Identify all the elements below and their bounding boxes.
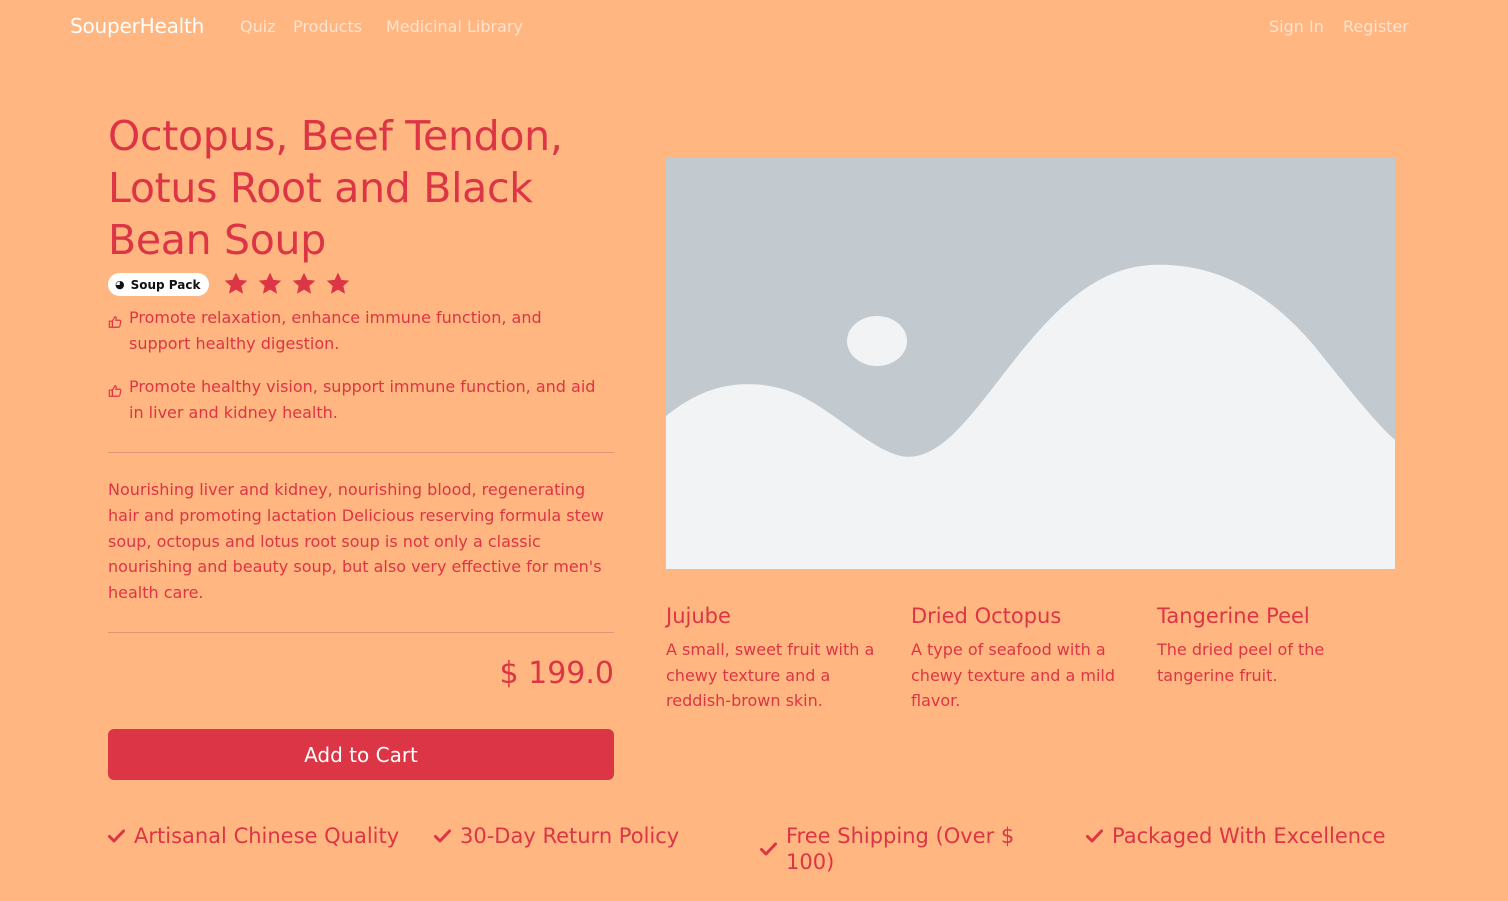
ingredient-card: Dried Octopus A type of seafood with a c… [911,603,1141,714]
add-to-cart-button[interactable]: Add to Cart [108,729,614,780]
benefit-item: Promote relaxation, enhance immune funct… [108,305,608,356]
feature-item: Packaged With Excellence [1086,823,1416,849]
ingredient-description: A small, sweet fruit with a chewy textur… [666,640,875,710]
register-link[interactable]: Register [1343,17,1409,36]
benefit-item: Promote healthy vision, support immune f… [108,374,608,425]
ingredient-description: The dried peel of the tangerine fruit. [1157,640,1325,685]
feature-item: 30-Day Return Policy [434,823,734,849]
feature-text: Free Shipping (Over $ 100) [786,824,1015,874]
ingredient-card: Jujube A small, sweet fruit with a chewy… [666,603,896,714]
ingredient-card: Tangerine Peel The dried peel of the tan… [1157,603,1387,688]
nav-link-products[interactable]: Products [293,17,362,36]
product-image-placeholder [666,158,1395,569]
feature-text: Artisanal Chinese Quality [134,824,400,848]
check-icon [434,829,451,843]
navbar: SouperHealth Quiz Products Medicinal Lib… [0,0,1508,56]
thumbs-up-icon [108,385,122,397]
product-title: Octopus, Beef Tendon, Lotus Root and Bla… [108,112,563,264]
feature-item: Free Shipping (Over $ 100) [760,823,1030,875]
star-icon [224,272,248,294]
star-icon [326,272,350,294]
soup-bowl-icon: ◕ [115,278,125,291]
ingredient-name: Tangerine Peel [1157,604,1310,628]
divider [108,632,614,633]
check-icon [760,842,777,856]
ingredient-name: Dried Octopus [911,604,1062,628]
nav-link-medicinal-library[interactable]: Medicinal Library [386,17,523,36]
benefit-text: Promote healthy vision, support immune f… [129,377,596,422]
product-price: $ 199.0 [499,656,614,691]
sign-in-link[interactable]: Sign In [1269,17,1324,36]
badge-label: Soup Pack [130,277,201,292]
check-icon [1086,829,1103,843]
star-rating [223,271,351,297]
check-icon [108,829,125,843]
product-description: Nourishing liver and kidney, nourishing … [108,480,604,603]
ingredient-name: Jujube [666,604,731,628]
feature-text: 30-Day Return Policy [460,824,680,848]
star-icon [258,272,282,294]
star-icon [292,272,316,294]
feature-text: Packaged With Excellence [1112,824,1386,848]
ingredient-description: A type of seafood with a chewy texture a… [911,640,1116,710]
benefit-text: Promote relaxation, enhance immune funct… [129,308,542,353]
image-sun [847,316,907,366]
brand-logo[interactable]: SouperHealth [70,14,204,38]
soup-pack-badge: ◕ Soup Pack [108,273,210,296]
nav-link-quiz[interactable]: Quiz [240,17,276,36]
thumbs-up-icon [108,316,122,328]
divider [108,452,614,453]
feature-item: Artisanal Chinese Quality [108,823,418,849]
